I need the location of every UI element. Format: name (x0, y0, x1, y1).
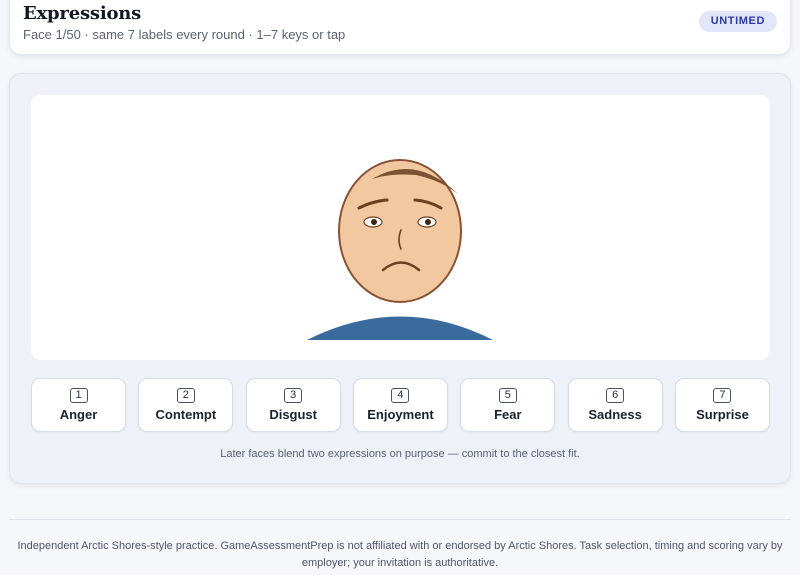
option-label: Contempt (155, 407, 217, 422)
face-stimulus-panel (31, 95, 770, 360)
left-pupil (371, 219, 377, 225)
key-hint: 4 (391, 388, 410, 403)
page-title: Expressions (23, 3, 142, 24)
option-fear[interactable]: 5 Fear (460, 378, 556, 432)
option-label: Sadness (588, 407, 642, 422)
shirt-shoulders (307, 316, 493, 340)
option-enjoyment[interactable]: 4 Enjoyment (352, 378, 448, 432)
round-subtitle: Face 1/50 · same 7 labels every round · … (23, 27, 346, 42)
footer-divider (9, 519, 791, 520)
face-illustration (307, 159, 493, 340)
untimed-badge: UNTIMED (698, 11, 777, 32)
hint-text: Later faces blend two expressions on pur… (220, 448, 580, 460)
key-hint: 7 (713, 388, 732, 403)
option-disgust[interactable]: 3 Disgust (245, 378, 341, 432)
option-label: Disgust (269, 407, 317, 422)
option-label: Enjoyment (367, 407, 434, 422)
option-contempt[interactable]: 2 Contempt (138, 378, 234, 432)
key-hint: 2 (176, 388, 195, 403)
option-label: Fear (494, 407, 522, 422)
disclaimer-line-1: Independent Arctic Shores-style practice… (17, 540, 783, 552)
disclaimer-footer: Independent Arctic Shores-style practice… (0, 538, 800, 572)
key-hint: 5 (498, 388, 517, 403)
option-anger[interactable]: 1 Anger (31, 378, 126, 432)
option-label: Surprise (696, 407, 749, 422)
option-label: Anger (59, 407, 98, 422)
expression-options: 1 Anger 2 Contempt 3 Disgust 4 Enjoyment… (31, 378, 770, 434)
key-hint: 6 (606, 388, 625, 403)
key-hint: 1 (69, 388, 88, 403)
header-card: Expressions Face 1/50 · same 7 labels ev… (9, 0, 791, 55)
game-card: 1 Anger 2 Contempt 3 Disgust 4 Enjoyment… (9, 73, 791, 484)
key-hint: 3 (284, 388, 303, 403)
option-surprise[interactable]: 7 Surprise (674, 378, 770, 432)
disclaimer-line-2: employer; your invitation is authoritati… (301, 557, 499, 569)
option-sadness[interactable]: 6 Sadness (567, 378, 663, 432)
right-pupil (425, 219, 431, 225)
